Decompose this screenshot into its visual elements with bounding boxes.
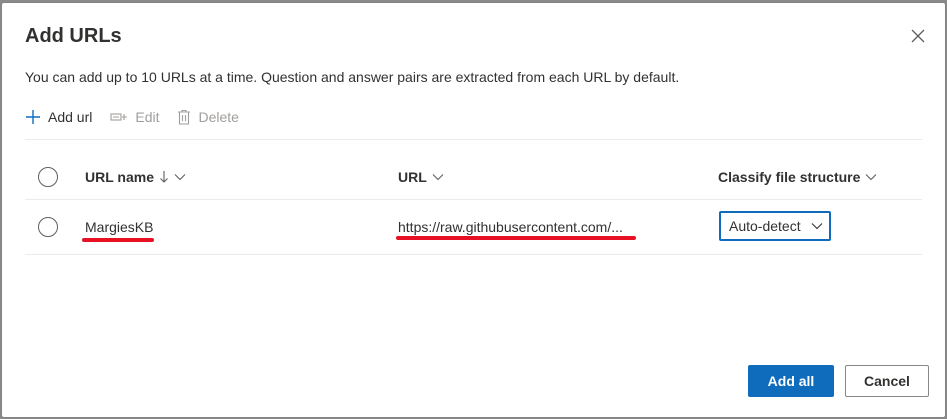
cancel-button[interactable]: Cancel bbox=[845, 365, 929, 397]
sort-down-arrow-icon bbox=[160, 171, 168, 183]
row-divider bbox=[25, 254, 922, 255]
edit-label: Edit bbox=[135, 109, 160, 125]
header-divider bbox=[25, 199, 922, 200]
dialog-description: You can add up to 10 URLs at a time. Que… bbox=[25, 69, 680, 85]
add-url-label: Add url bbox=[48, 109, 93, 125]
column-header-url-label: URL bbox=[398, 169, 427, 185]
classify-select-value: Auto-detect bbox=[729, 218, 801, 234]
delete-label: Delete bbox=[198, 109, 239, 125]
toolbar-divider bbox=[25, 139, 922, 140]
add-urls-dialog: Add URLs You can add up to 10 URLs at a … bbox=[2, 3, 945, 417]
plus-icon bbox=[26, 110, 40, 124]
add-url-button[interactable]: Add url bbox=[25, 109, 92, 125]
chevron-down-icon bbox=[432, 174, 444, 181]
column-header-url-name[interactable]: URL name bbox=[85, 169, 186, 185]
dialog-title: Add URLs bbox=[25, 25, 122, 47]
url-cell[interactable]: https://raw.githubusercontent.com/... bbox=[398, 219, 623, 235]
close-button[interactable] bbox=[907, 25, 929, 47]
edit-button[interactable]: Edit bbox=[110, 109, 159, 125]
delete-button[interactable]: Delete bbox=[177, 109, 239, 125]
close-icon bbox=[911, 29, 925, 43]
column-header-classify[interactable]: Classify file structure bbox=[718, 169, 877, 185]
chevron-down-icon bbox=[811, 223, 823, 230]
column-header-classify-label: Classify file structure bbox=[718, 169, 861, 185]
url-name-cell: MargiesKB bbox=[85, 219, 154, 235]
toolbar: Add url Edit Delete bbox=[25, 105, 239, 129]
add-all-button[interactable]: Add all bbox=[748, 365, 834, 397]
edit-icon bbox=[110, 113, 128, 121]
annotation-underline bbox=[396, 236, 636, 240]
chevron-down-icon bbox=[174, 174, 186, 181]
chevron-down-icon bbox=[866, 174, 877, 181]
column-header-url[interactable]: URL bbox=[398, 169, 444, 185]
classify-select[interactable]: Auto-detect bbox=[719, 211, 831, 241]
row-select-radio[interactable] bbox=[38, 217, 58, 237]
annotation-underline bbox=[82, 238, 154, 242]
select-all-radio[interactable] bbox=[38, 167, 58, 187]
trash-icon bbox=[178, 109, 191, 125]
column-header-url-name-label: URL name bbox=[85, 169, 154, 185]
